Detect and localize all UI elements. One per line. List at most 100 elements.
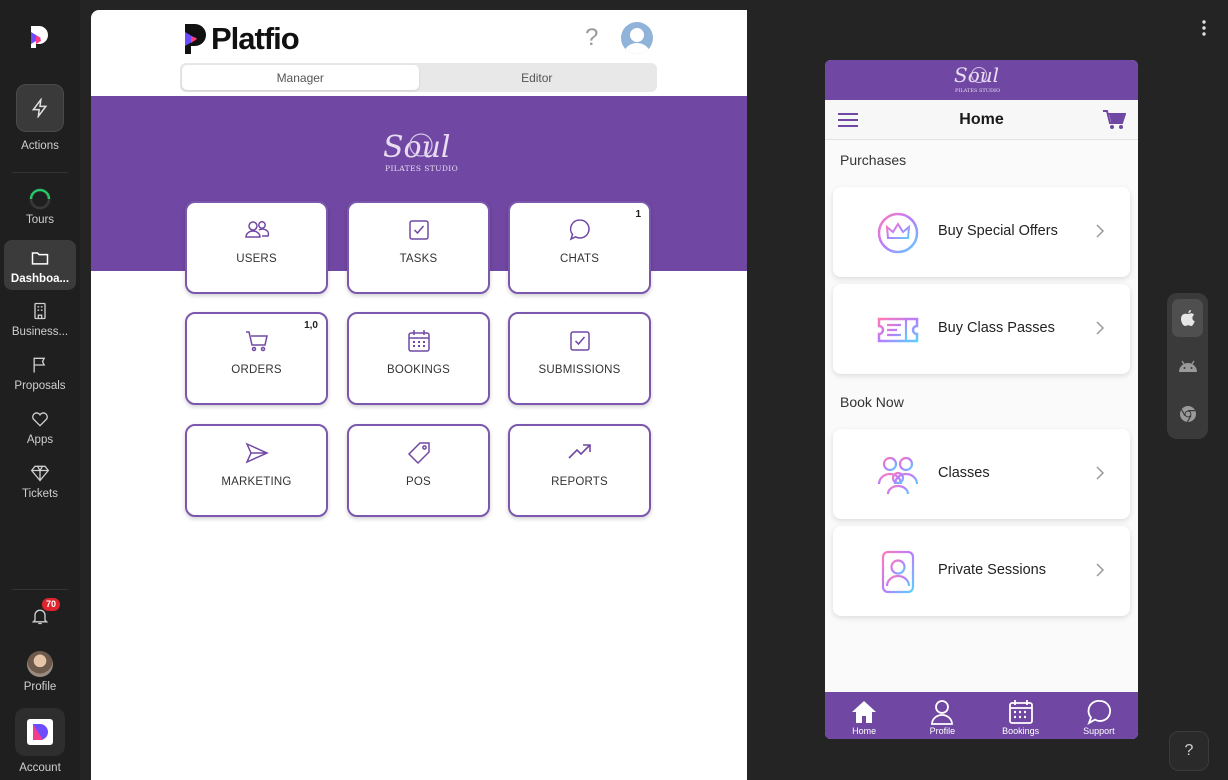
calendar-icon: [407, 330, 430, 352]
phone-page-title: Home: [959, 111, 1004, 128]
rail-label-tours: Tours: [25, 214, 55, 226]
lightning-icon: [31, 98, 48, 118]
rail-divider: [12, 172, 68, 173]
chevron-right-icon: [1096, 466, 1105, 480]
platfio-brand-icon: [185, 24, 206, 54]
app-preview-phone: Soul PILATES STUDIO Home Purchases Buy S…: [825, 60, 1138, 739]
crown-icon: [877, 212, 919, 254]
svg-text:Soul: Soul: [954, 63, 999, 87]
tab-editor[interactable]: Editor: [419, 65, 656, 90]
notifications-button[interactable]: 70: [4, 598, 76, 631]
help-button[interactable]: ?: [1169, 731, 1209, 771]
account-logo-icon: [27, 719, 53, 745]
tile-reports[interactable]: REPORTS: [508, 424, 651, 517]
tile-pos[interactable]: POS: [347, 424, 490, 517]
card-label: Classes: [938, 465, 990, 481]
tile-label: CHATS: [559, 253, 600, 265]
phone-soul-logo: Soul PILATES STUDIO: [954, 63, 1000, 94]
tile-label: SUBMISSIONS: [538, 364, 621, 376]
card-private-sessions[interactable]: Private Sessions: [833, 526, 1130, 616]
rail-label-account: Account: [19, 762, 61, 774]
task-check-icon: [408, 220, 429, 240]
flag-icon: [33, 357, 46, 373]
chat-bubble-icon: [1087, 700, 1111, 725]
more-options-icon[interactable]: [1198, 18, 1210, 40]
platform-android-button[interactable]: [1172, 347, 1203, 385]
submission-check-icon: [569, 331, 590, 351]
group-icon: [877, 456, 919, 495]
phone-tab-profile[interactable]: Profile: [903, 692, 981, 739]
rail-item-profile[interactable]: Profile: [4, 651, 76, 693]
rail-item-apps[interactable]: Apps: [4, 407, 76, 446]
card-label: Private Sessions: [938, 562, 1046, 578]
diamond-icon: [30, 465, 50, 482]
rail-item-actions[interactable]: Actions: [4, 84, 76, 152]
rail-item-business[interactable]: Business...: [4, 299, 76, 338]
actions-box[interactable]: [16, 84, 64, 132]
section-book-now: Book Now: [840, 394, 904, 410]
tab-label: Home: [852, 726, 877, 736]
card-label: Buy Special Offers: [938, 223, 1058, 239]
rail-label-tickets: Tickets: [22, 488, 58, 500]
rail-label-proposals: Proposals: [14, 380, 66, 392]
cart-icon[interactable]: [1102, 109, 1126, 131]
users-icon: [244, 221, 269, 238]
ticket-icon: [877, 317, 919, 343]
person-badge-icon: [881, 550, 915, 594]
chevron-right-icon: [1096, 563, 1105, 577]
tile-label: ORDERS: [231, 364, 282, 376]
tile-bookings[interactable]: BOOKINGS: [347, 312, 490, 405]
account-box[interactable]: [15, 708, 65, 756]
left-rail: Actions Tours Dashboa... Business... Pro…: [0, 0, 80, 780]
tile-marketing[interactable]: MARKETING: [185, 424, 328, 517]
manager-panel: Platfio ? Manager Editor Soul PILATES ST…: [91, 10, 747, 780]
tab-manager[interactable]: Manager: [182, 65, 419, 90]
user-avatar[interactable]: [621, 22, 653, 54]
send-icon: [245, 442, 269, 464]
tile-label: USERS: [236, 253, 277, 265]
tile-label: POS: [406, 476, 431, 488]
building-icon: [34, 302, 46, 320]
notifications-badge: 70: [42, 598, 61, 611]
platfio-logo-icon[interactable]: [29, 24, 51, 50]
tile-submissions[interactable]: SUBMISSIONS: [508, 312, 651, 405]
platform-web-button[interactable]: [1172, 395, 1203, 433]
rail-item-tours[interactable]: Tours: [4, 187, 76, 226]
folder-icon: [31, 251, 49, 265]
tours-progress-icon: [29, 188, 51, 210]
tile-users[interactable]: USERS: [185, 201, 328, 294]
rail-label-business: Business...: [11, 326, 69, 338]
tile-label: REPORTS: [551, 476, 608, 488]
card-buy-special-offers[interactable]: Buy Special Offers: [833, 187, 1130, 277]
rail-item-tickets[interactable]: Tickets: [4, 461, 76, 500]
rail-item-dashboard[interactable]: Dashboa...: [4, 240, 76, 290]
card-buy-class-passes[interactable]: Buy Class Passes: [833, 284, 1130, 374]
phone-tab-bar: Home Profile Bookings Support: [825, 692, 1138, 739]
profile-icon: [931, 700, 954, 725]
platform-ios-button[interactable]: [1172, 299, 1203, 337]
tile-tasks[interactable]: TASKS: [347, 201, 490, 294]
mode-toggle: Manager Editor: [180, 63, 657, 92]
phone-tab-home[interactable]: Home: [825, 692, 903, 739]
home-icon: [852, 701, 877, 723]
tile-label: TASKS: [399, 253, 438, 265]
help-icon[interactable]: ?: [585, 24, 598, 52]
chevron-right-icon: [1096, 321, 1105, 335]
tile-count: 1: [635, 209, 641, 220]
tile-orders[interactable]: 1,0 ORDERS: [185, 312, 328, 405]
rail-label-dashboard: Dashboa...: [10, 272, 70, 285]
tile-chats[interactable]: 1 CHATS: [508, 201, 651, 294]
rail-item-account[interactable]: Account: [4, 708, 76, 774]
platform-switcher: [1167, 293, 1208, 439]
phone-tab-support[interactable]: Support: [1060, 692, 1138, 739]
phone-tab-bookings[interactable]: Bookings: [982, 692, 1060, 739]
rail-item-proposals[interactable]: Proposals: [4, 353, 76, 392]
heart-icon: [32, 412, 48, 427]
section-purchases: Purchases: [840, 152, 907, 168]
tile-count: 1,0: [304, 320, 318, 331]
app-root: Actions Tours Dashboa... Business... Pro…: [0, 0, 1228, 780]
apple-icon: [1180, 310, 1195, 326]
user-silhouette-icon: [624, 28, 650, 54]
chrome-icon: [1179, 406, 1196, 423]
card-classes[interactable]: Classes: [833, 429, 1130, 519]
